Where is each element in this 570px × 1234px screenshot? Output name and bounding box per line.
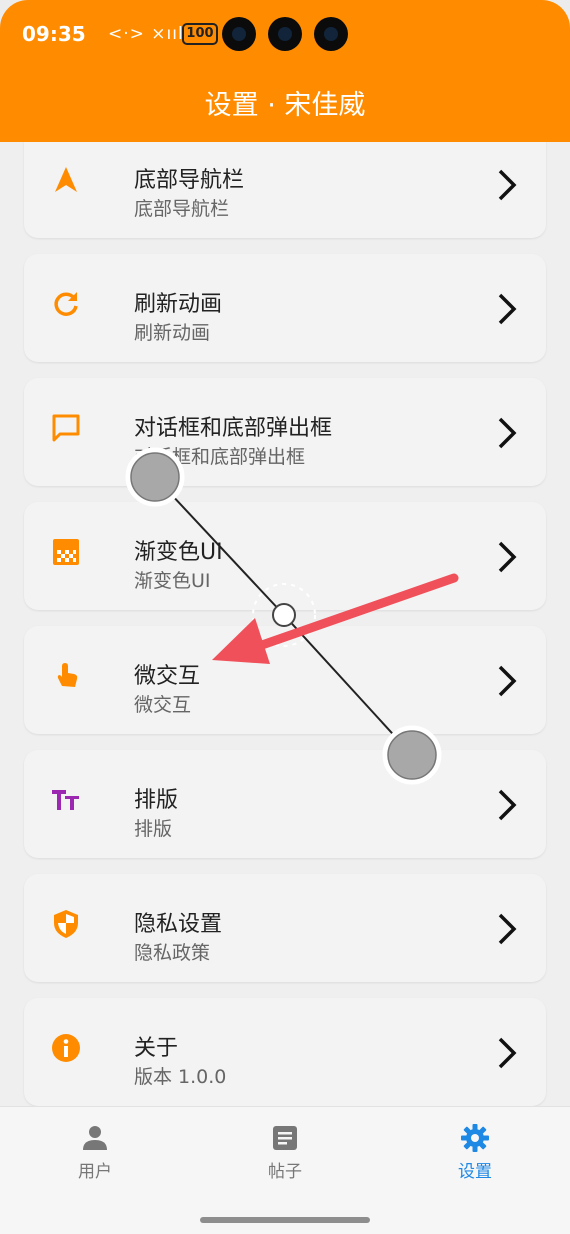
tab-label: 用户 xyxy=(78,1162,112,1182)
person-icon xyxy=(83,1126,107,1150)
settings-item-about[interactable]: 关于 版本 1.0.0 xyxy=(24,998,546,1106)
camera-cutout xyxy=(222,17,256,51)
status-time: 09:35 xyxy=(22,22,86,46)
item-label: 隐私设置 xyxy=(134,912,223,937)
chevron-right-icon xyxy=(498,665,517,697)
camera-cutout xyxy=(268,17,302,51)
touch-icon xyxy=(57,663,78,687)
item-subtitle: 排版 xyxy=(134,818,173,840)
tab-users[interactable]: 用户 xyxy=(35,1123,155,1182)
item-label: 渐变色UI xyxy=(134,540,223,565)
info-icon xyxy=(52,1034,80,1062)
chevron-right-icon xyxy=(498,417,517,449)
chevron-right-icon xyxy=(498,293,517,325)
gradient-icon xyxy=(53,539,79,565)
item-label: 排版 xyxy=(134,788,179,813)
item-subtitle: 对话框和底部弹出框 xyxy=(134,446,306,468)
tab-label: 设置 xyxy=(458,1162,492,1182)
navigation-arrow-icon xyxy=(55,167,77,192)
item-label: 关于 xyxy=(134,1036,179,1061)
refresh-icon xyxy=(54,292,78,316)
item-label: 微交互 xyxy=(134,664,201,689)
chevron-right-icon xyxy=(498,789,517,821)
article-icon xyxy=(273,1126,297,1150)
home-indicator[interactable] xyxy=(200,1217,370,1223)
item-subtitle: 渐变色UI xyxy=(134,570,211,592)
item-label: 底部导航栏 xyxy=(134,168,245,193)
item-subtitle: 隐私政策 xyxy=(134,942,211,964)
tab-settings[interactable]: 设置 xyxy=(415,1123,535,1182)
chevron-right-icon xyxy=(498,913,517,945)
item-subtitle: 刷新动画 xyxy=(134,322,211,344)
tab-label: 帖子 xyxy=(268,1162,302,1182)
settings-item-dialogs[interactable]: 对话框和底部弹出框 对话框和底部弹出框 xyxy=(24,378,546,486)
page-title: 设置 · 宋佳威 xyxy=(204,90,366,121)
item-label: 对话框和底部弹出框 xyxy=(134,416,333,441)
item-label: 刷新动画 xyxy=(134,292,223,317)
chevron-right-icon xyxy=(498,169,517,201)
settings-item-bottom-nav[interactable]: 底部导航栏 底部导航栏 xyxy=(24,142,546,238)
settings-gear-icon xyxy=(461,1124,489,1152)
item-subtitle: 微交互 xyxy=(134,694,192,716)
signal-icons: <·> ×ııl xyxy=(108,24,184,44)
chat-bubble-icon xyxy=(52,414,80,442)
camera-cutout xyxy=(314,17,348,51)
chevron-right-icon xyxy=(498,1037,517,1069)
text-format-icon xyxy=(52,790,79,810)
settings-item-micro-interaction[interactable]: 微交互 微交互 xyxy=(24,626,546,734)
settings-item-typography[interactable]: 排版 排版 xyxy=(24,750,546,858)
bottom-navigation: 用户 帖子 设置 xyxy=(0,1106,570,1234)
settings-list[interactable]: 底部导航栏 底部导航栏 刷新动画 刷新动画 对话框和底部弹出框 对话框和底部弹出… xyxy=(0,142,570,1106)
settings-item-privacy[interactable]: 隐私设置 隐私政策 xyxy=(24,874,546,982)
tab-posts[interactable]: 帖子 xyxy=(225,1123,345,1182)
privacy-shield-icon xyxy=(54,910,78,938)
app-bar: 09:35 <·> ×ııl 100 设置 · 宋佳威 xyxy=(0,0,570,142)
chevron-right-icon xyxy=(498,541,517,573)
item-subtitle: 版本 1.0.0 xyxy=(134,1066,227,1088)
settings-item-refresh[interactable]: 刷新动画 刷新动画 xyxy=(24,254,546,362)
item-subtitle: 底部导航栏 xyxy=(134,198,230,220)
settings-item-gradient[interactable]: 渐变色UI 渐变色UI xyxy=(24,502,546,610)
battery-icon: 100 xyxy=(182,23,218,45)
phone-screen: 09:35 <·> ×ııl 100 设置 · 宋佳威 底部导航栏 底部导航栏 … xyxy=(0,0,570,1234)
